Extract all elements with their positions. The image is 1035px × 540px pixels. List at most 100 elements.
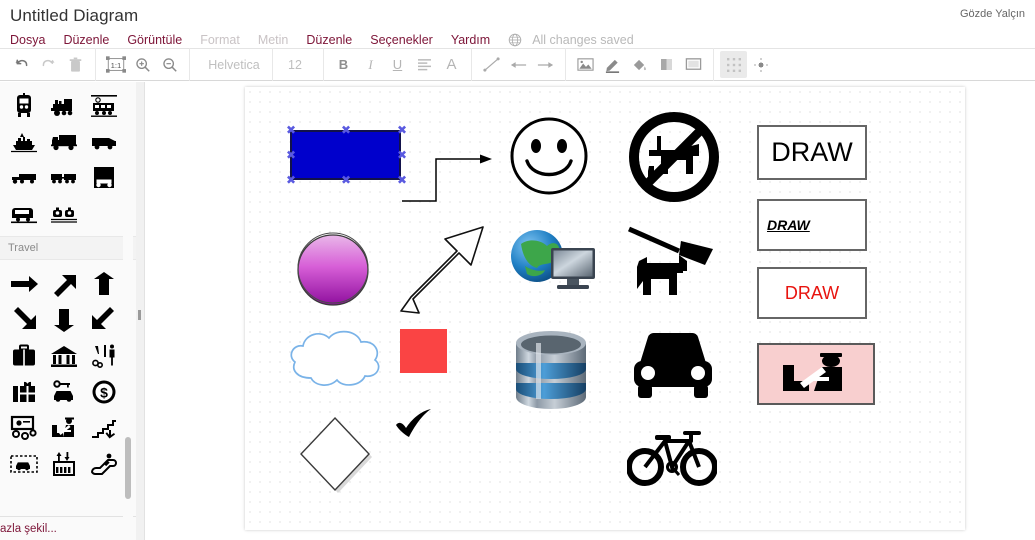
- menu-item-format: Format: [200, 33, 240, 47]
- underline-button[interactable]: U: [384, 57, 411, 72]
- shape-dog-on-leash[interactable]: [627, 225, 719, 308]
- shape-boat-icon[interactable]: [4, 124, 44, 160]
- shape-database-cylinder[interactable]: [510, 327, 592, 418]
- shape-diamond[interactable]: [295, 412, 375, 499]
- redo-button[interactable]: [35, 51, 62, 78]
- bold-button[interactable]: B: [330, 57, 357, 72]
- shape-internet-globe-monitor[interactable]: [507, 222, 597, 305]
- shape-car-front[interactable]: [630, 329, 716, 410]
- menu-item-dosya[interactable]: Dosya: [10, 33, 45, 47]
- shape-arrow-down-left-icon[interactable]: [84, 302, 124, 338]
- shape-restroom-icon[interactable]: [84, 338, 124, 374]
- shape-van-icon[interactable]: [84, 124, 124, 160]
- shape-delivery-truck-icon[interactable]: [44, 124, 84, 160]
- selection-handle-n[interactable]: ✖: [341, 124, 351, 136]
- shape-block-arrow[interactable]: [395, 207, 493, 322]
- shape-customs-icon[interactable]: [44, 410, 84, 446]
- shape-car-rental-icon[interactable]: [44, 374, 84, 410]
- shape-bank-icon[interactable]: [44, 338, 84, 374]
- canvas-area[interactable]: ✖ ✖ ✖ ✖ ✖ ✖ ✖ ✖ DRAW DRAW DRAW: [145, 82, 1035, 540]
- panel-collapse-handle[interactable]: [136, 82, 145, 540]
- italic-button[interactable]: I: [357, 57, 384, 73]
- section-label-travel[interactable]: Travel: [0, 236, 136, 260]
- shape-arrow-down-icon[interactable]: [44, 302, 84, 338]
- shape-bicycle[interactable]: [626, 425, 718, 492]
- shape-train-station-icon[interactable]: [84, 88, 124, 124]
- waypoints-icon[interactable]: [747, 51, 774, 78]
- shape-arrow-up-right-icon[interactable]: [44, 266, 84, 302]
- shape-cable-car-icon[interactable]: [44, 196, 84, 232]
- shape-bus-trailer-icon[interactable]: [44, 160, 84, 196]
- collapse-grip-icon: [138, 310, 141, 320]
- selection-handle-ne[interactable]: ✖: [397, 124, 407, 136]
- shape-arrow-right-icon[interactable]: [4, 266, 44, 302]
- shape-truck-front-icon[interactable]: [84, 160, 124, 196]
- shape-purple-sphere[interactable]: [294, 230, 372, 313]
- document-title[interactable]: Untitled Diagram: [10, 6, 138, 26]
- arrow-left-icon[interactable]: [505, 51, 532, 78]
- font-size-selector[interactable]: 12: [273, 58, 317, 72]
- shape-icon[interactable]: [680, 51, 707, 78]
- toolbar: 1:1 Helvetica 12 B I U A: [0, 48, 1035, 81]
- font-color-icon[interactable]: A: [438, 56, 465, 73]
- shape-currency-exchange-icon[interactable]: [4, 410, 44, 446]
- shape-train-front-icon[interactable]: [4, 88, 44, 124]
- shape-library-panel[interactable]: Travel $ azla şekil...: [0, 82, 137, 540]
- shape-arrow-down-right-icon[interactable]: [4, 302, 44, 338]
- draw-box-red-label: DRAW: [784, 282, 840, 303]
- shape-car-park-icon[interactable]: [4, 446, 44, 482]
- arrow-right-icon[interactable]: [532, 51, 559, 78]
- shape-arrow-up-icon[interactable]: [84, 266, 124, 302]
- save-status-label: All changes saved: [532, 33, 634, 47]
- align-icon[interactable]: [411, 51, 438, 78]
- selection-handle-nw[interactable]: ✖: [286, 124, 296, 136]
- selection-handle-sw[interactable]: ✖: [286, 174, 296, 186]
- more-shapes-link[interactable]: azla şekil...: [0, 516, 136, 540]
- undo-button[interactable]: [8, 51, 35, 78]
- zoom-out-button[interactable]: [156, 51, 183, 78]
- zoom-in-button[interactable]: [129, 51, 156, 78]
- shape-gift-shop-icon[interactable]: [4, 374, 44, 410]
- image-icon[interactable]: [572, 51, 599, 78]
- menu-item-goruntule[interactable]: Görüntüle: [127, 33, 182, 47]
- selection-handle-s[interactable]: ✖: [341, 174, 351, 186]
- shape-dollar-coin-icon[interactable]: $: [84, 374, 124, 410]
- delete-button[interactable]: [62, 51, 89, 78]
- user-name-label[interactable]: Gözde Yalçın: [960, 8, 1025, 20]
- shape-checkmark[interactable]: [393, 407, 437, 446]
- menu-item-duzenle[interactable]: Düzenle: [63, 33, 109, 47]
- shape-tow-truck-icon[interactable]: [4, 160, 44, 196]
- fit-page-icon[interactable]: 1:1: [102, 51, 129, 78]
- shape-cloud[interactable]: [285, 322, 387, 397]
- shape-draw-box-italic[interactable]: DRAW: [757, 199, 867, 251]
- shape-suitcase-icon[interactable]: [4, 338, 44, 374]
- toolbar-group-font: Helvetica 12: [190, 48, 323, 81]
- shape-stairs-down-icon[interactable]: [84, 410, 124, 446]
- menu-item-secenekler[interactable]: Seçenekler: [370, 33, 433, 47]
- shape-pink-customs-box[interactable]: [757, 343, 875, 405]
- shadow-icon[interactable]: [653, 51, 680, 78]
- font-family-selector[interactable]: Helvetica: [196, 58, 272, 72]
- shape-escalator-icon[interactable]: [84, 446, 124, 482]
- globe-icon[interactable]: [508, 33, 522, 47]
- shape-steam-locomotive-icon[interactable]: [44, 88, 84, 124]
- shape-panel-scroll-thumb[interactable]: [125, 437, 131, 499]
- shape-draw-box-red[interactable]: DRAW: [757, 267, 867, 319]
- fill-bucket-icon[interactable]: [626, 51, 653, 78]
- line-icon[interactable]: [478, 51, 505, 78]
- shape-tram-icon[interactable]: [4, 196, 44, 232]
- pen-icon[interactable]: [599, 51, 626, 78]
- diagram-page[interactable]: ✖ ✖ ✖ ✖ ✖ ✖ ✖ ✖ DRAW DRAW DRAW: [245, 87, 965, 530]
- draw-box-large-label: DRAW: [771, 137, 853, 167]
- shape-no-dogs-sign[interactable]: [627, 110, 721, 209]
- shape-elbow-connector-arrow[interactable]: [400, 147, 510, 212]
- selection-handle-w[interactable]: ✖: [286, 149, 296, 161]
- shape-red-square[interactable]: [400, 329, 447, 373]
- menu-item-duzenle-2[interactable]: Düzenle: [306, 33, 352, 47]
- menu-item-yardim[interactable]: Yardım: [451, 33, 490, 47]
- grid-icon[interactable]: [720, 51, 747, 78]
- shape-smiley-face[interactable]: [508, 115, 590, 202]
- shape-elevator-icon[interactable]: [44, 446, 84, 482]
- shape-draw-box-large[interactable]: DRAW: [757, 125, 867, 180]
- shape-panel-scrollbar[interactable]: [123, 82, 133, 540]
